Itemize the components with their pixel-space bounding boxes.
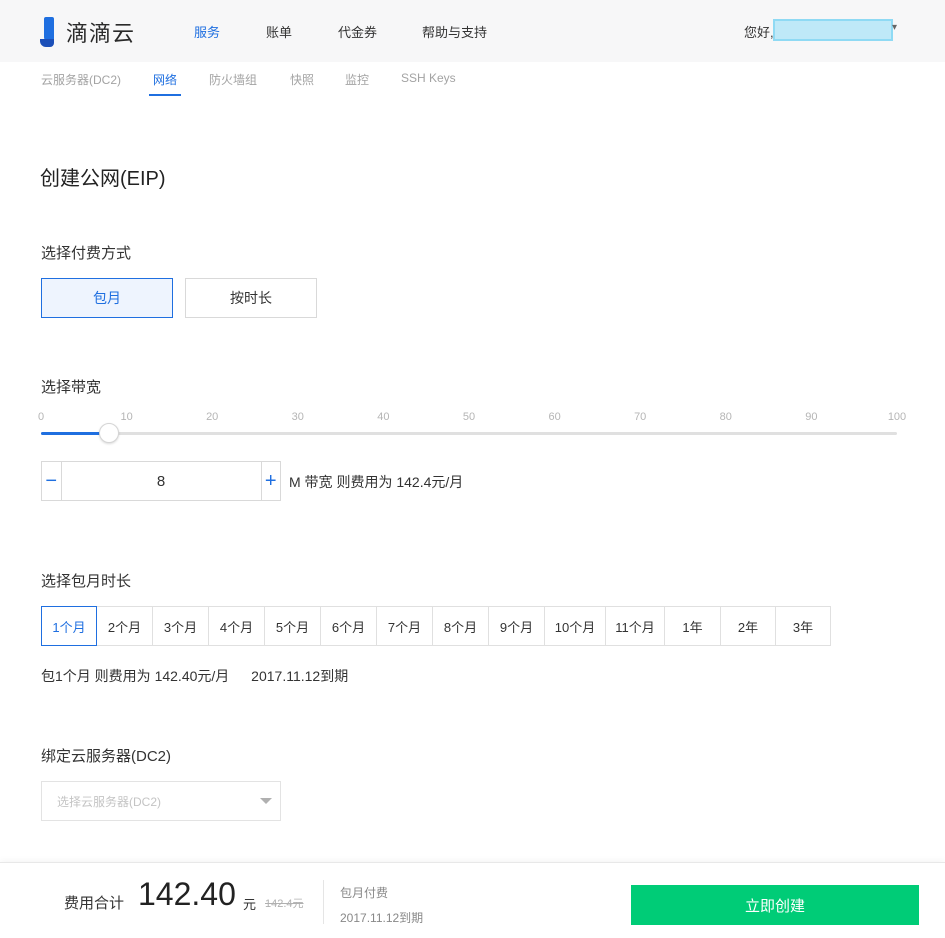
duration-label: 选择包月时长 (41, 573, 132, 590)
bandwidth-stepper: − + (41, 461, 281, 501)
tab-dc2[interactable]: 云服务器(DC2) (41, 71, 121, 94)
nav-billing[interactable]: 账单 (266, 22, 292, 41)
nav-vouchers[interactable]: 代金券 (338, 22, 377, 41)
duration-option[interactable]: 1年 (664, 606, 721, 646)
total-label: 费用合计 (64, 895, 125, 912)
slider-tick: 40 (377, 411, 390, 423)
duration-option[interactable]: 3年 (775, 606, 831, 646)
create-now-button[interactable]: 立即创建 (631, 885, 919, 925)
tab-firewall[interactable]: 防火墙组 (209, 71, 257, 94)
billing-label: 选择付费方式 (41, 245, 132, 262)
slider-tick: 80 (719, 411, 732, 423)
duration-expiry: 2017.11.12到期 (251, 668, 349, 684)
greeting: 您好, (744, 25, 774, 40)
dc2-select[interactable]: 选择云服务器(DC2) (41, 781, 281, 821)
duration-cost: 包1个月 则费用为 142.40元/月 (41, 668, 230, 684)
total-amount: 142.40 (138, 876, 236, 912)
tab-network[interactable]: 网络 (149, 71, 182, 96)
user-menu[interactable] (773, 19, 893, 41)
duration-option[interactable]: 3个月 (152, 606, 209, 646)
order-footer: 费用合计 142.40 元 142.4元 包月付费 2017.11.12到期 立… (0, 862, 945, 938)
original-price: 142.4元 (265, 898, 304, 910)
dc2-select-placeholder: 选择云服务器(DC2) (57, 794, 161, 809)
total-unit: 元 (243, 897, 257, 912)
nav-help[interactable]: 帮助与支持 (422, 22, 487, 41)
tab-ssh-keys[interactable]: SSH Keys (401, 71, 456, 91)
duration-option[interactable]: 6个月 (320, 606, 377, 646)
duration-summary: 包1个月 则费用为 142.40元/月 2017.11.12到期 (41, 666, 366, 686)
duration-option[interactable]: 10个月 (544, 606, 606, 646)
logo-icon (40, 17, 60, 47)
slider-tick: 50 (462, 411, 476, 423)
duration-option[interactable]: 1个月 (41, 606, 97, 646)
tab-snapshot[interactable]: 快照 (290, 71, 314, 94)
duration-option[interactable]: 4个月 (208, 606, 265, 646)
bind-label: 绑定云服务器(DC2) (41, 748, 171, 765)
slider-tick: 20 (206, 411, 219, 423)
duration-option[interactable]: 7个月 (376, 606, 433, 646)
divider (323, 880, 324, 924)
logo-text: 滴滴云 (66, 22, 136, 47)
duration-option[interactable]: 2个月 (96, 606, 153, 646)
bandwidth-label: 选择带宽 (41, 379, 102, 396)
slider-tick: 60 (548, 411, 561, 423)
logo[interactable]: 滴滴云 (40, 16, 135, 48)
footer-pay-type: 包月付费 (340, 886, 389, 900)
duration-option[interactable]: 9个月 (488, 606, 545, 646)
tab-monitor[interactable]: 监控 (345, 71, 369, 94)
plus-icon[interactable]: + (262, 462, 281, 500)
bandwidth-input[interactable] (60, 462, 262, 500)
duration-option[interactable]: 5个月 (264, 606, 321, 646)
nav-services[interactable]: 服务 (194, 22, 220, 41)
duration-option[interactable]: 2年 (720, 606, 776, 646)
page-title: 创建公网(EIP) (40, 168, 166, 190)
slider-tick: 30 (291, 411, 304, 423)
minus-icon[interactable]: − (42, 462, 61, 500)
slider-tick: 0 (37, 411, 45, 423)
bandwidth-slider[interactable] (41, 423, 897, 443)
chevron-down-icon[interactable]: ▾ (892, 22, 897, 33)
caret-down-icon (260, 798, 272, 804)
billing-hourly-button[interactable]: 按时长 (185, 278, 317, 318)
duration-option[interactable]: 11个月 (605, 606, 665, 646)
bandwidth-cost-note: M 带宽 则费用为 142.4元/月 (289, 474, 464, 490)
slider-tick: 100 (887, 411, 907, 423)
billing-monthly-button[interactable]: 包月 (41, 278, 173, 318)
slider-handle[interactable] (99, 423, 120, 443)
footer-expiry: 2017.11.12到期 (340, 911, 424, 925)
top-navbar: 滴滴云 服务 账单 代金券 帮助与支持 您好, ▾ (0, 0, 945, 62)
duration-option[interactable]: 8个月 (432, 606, 489, 646)
slider-tick: 70 (634, 411, 647, 423)
slider-tick: 10 (120, 411, 133, 423)
slider-tick: 90 (805, 411, 818, 423)
duration-options: 1个月 2个月 3个月 4个月 5个月 6个月 7个月 8个月 9个月 10个月… (41, 606, 831, 646)
